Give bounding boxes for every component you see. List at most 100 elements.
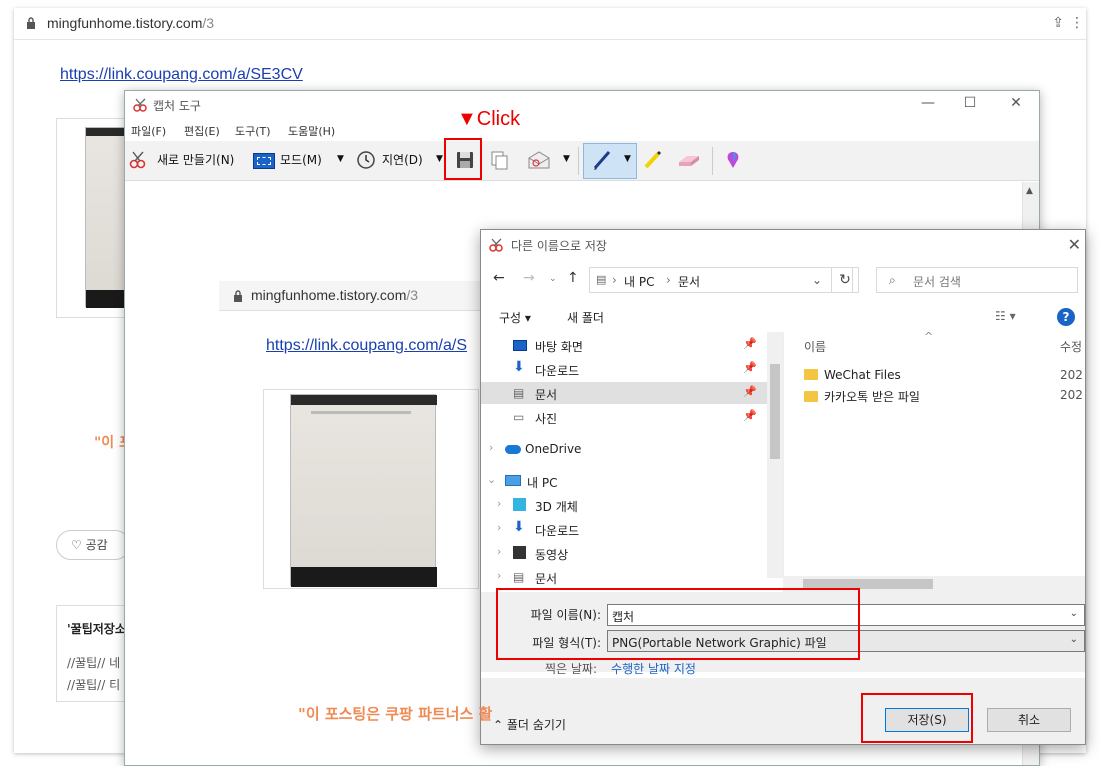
related-title: '꿀팁저장소 <box>67 622 126 636</box>
search-box[interactable]: ⌕ 문서 검색 <box>876 267 1078 293</box>
chevron-right-icon[interactable]: › <box>489 441 493 454</box>
captured-product-image <box>263 389 479 589</box>
search-icon: ⌕ <box>889 273 896 287</box>
chevron-right-icon[interactable]: › <box>497 545 501 558</box>
scroll-up-icon[interactable]: ▲ <box>1026 186 1033 196</box>
chevron-right-icon[interactable]: › <box>497 521 501 534</box>
menu-tools[interactable]: 도구(T) <box>235 123 271 139</box>
date-taken-row: 찍은 날짜: 수행한 날짜 지정 <box>545 660 696 677</box>
highlight-save-button <box>861 693 973 743</box>
file-item[interactable]: 카카오톡 받은 파일 202 <box>804 388 1083 405</box>
tree-item-onedrive[interactable]: › OneDrive <box>481 438 769 460</box>
tree-item-documents-pc[interactable]: › ▤ 문서 <box>481 566 769 588</box>
menu-edit[interactable]: 편집(E) <box>184 123 220 139</box>
disclosure-text: "이 포스팅은 쿠팡 파트너스 활 <box>298 705 493 723</box>
paint3d-icon[interactable] <box>723 150 743 170</box>
date-taken-label: 찍은 날짜: <box>545 662 598 676</box>
column-modified[interactable]: 수정 <box>1060 338 1082 355</box>
delay-button[interactable]: 지연(D) <box>382 151 423 168</box>
up-icon[interactable]: ↑ <box>567 270 579 286</box>
film-icon <box>513 546 526 559</box>
view-options-icon[interactable]: ☷ ▾ <box>995 309 1016 323</box>
chevron-right-icon[interactable]: › <box>497 569 501 582</box>
address-bar[interactable]: mingfunhome.tistory.com/3 ⇪ ⋮ <box>14 8 1086 40</box>
clock-icon <box>357 151 375 169</box>
send-snip-icon[interactable] <box>527 150 551 170</box>
copy-icon[interactable] <box>489 150 509 170</box>
toolbar: 새로 만들기(N) 모드(M) ▼ 지연(D) ▼ ▼ ▼ <box>125 141 1039 181</box>
coupang-link[interactable]: https://link.coupang.com/a/SE3CV <box>60 66 303 84</box>
chevron-right-icon[interactable]: › <box>497 497 501 510</box>
hide-folders-toggle[interactable]: ⌃ 폴더 숨기기 <box>493 716 566 733</box>
lock-icon <box>234 290 242 302</box>
chevron-down-icon[interactable]: ⌄ <box>487 473 496 486</box>
chevron-down-icon[interactable]: ⌄ <box>1070 634 1078 645</box>
minimize-button[interactable]: — <box>913 95 943 111</box>
tree-item-videos[interactable]: › 동영상 <box>481 542 769 564</box>
delay-dropdown-icon[interactable]: ▼ <box>436 154 443 164</box>
product-image[interactable] <box>56 118 126 318</box>
pen-icon[interactable] <box>591 148 615 172</box>
tree-item-downloads[interactable]: ⬇ 다운로드 📌 <box>481 358 769 380</box>
pin-icon[interactable]: 📌 <box>743 409 757 422</box>
address-box[interactable]: ▤ › 내 PC › 문서 ⌄ <box>589 267 853 293</box>
organize-button[interactable]: 구성 ▾ <box>499 309 531 326</box>
tree-item-desktop[interactable]: 바탕 화면 📌 <box>481 334 769 356</box>
dishwasher-image <box>85 127 125 308</box>
maximize-button[interactable]: ☐ <box>955 95 985 111</box>
related-item[interactable]: //꿀팁// 네 <box>67 654 120 671</box>
share-icon[interactable]: ⇪ <box>1052 15 1064 31</box>
mode-dropdown-icon[interactable]: ▼ <box>337 154 344 164</box>
help-icon[interactable]: ? <box>1057 308 1075 326</box>
pin-icon[interactable]: 📌 <box>743 337 757 350</box>
click-annotation: ▼Click <box>457 108 521 130</box>
back-icon[interactable]: ← <box>493 270 505 286</box>
tree-item-pictures[interactable]: ▭ 사진 📌 <box>481 406 769 428</box>
highlight-save-icon <box>444 138 482 180</box>
send-dropdown-icon[interactable]: ▼ <box>563 154 570 164</box>
search-input[interactable]: 문서 검색 <box>913 273 961 290</box>
new-snip-button[interactable]: 새로 만들기(N) <box>157 151 234 168</box>
highlight-file-fields <box>496 588 860 660</box>
chevron-down-icon[interactable]: ⌄ <box>1070 608 1078 619</box>
tree-scroll-thumb[interactable] <box>770 364 780 459</box>
save-as-dialog: 다른 이름으로 저장 ✕ ← → ⌄ ↑ ▤ › 내 PC › 문서 ⌄ ↻ ⌕… <box>480 229 1086 745</box>
tree-item-downloads-pc[interactable]: › ⬇ 다운로드 <box>481 518 769 540</box>
breadcrumb-documents[interactable]: 문서 <box>678 273 700 290</box>
pen-dropdown-icon[interactable]: ▼ <box>624 154 631 164</box>
like-button[interactable]: ♡ 공감 <box>56 530 130 560</box>
chevron-up-icon: ⌃ <box>493 718 504 732</box>
cube-icon <box>513 498 526 511</box>
captured-url: mingfunhome.tistory.com/3 <box>251 287 419 303</box>
forward-icon[interactable]: → <box>523 270 535 286</box>
highlighter-icon[interactable] <box>643 150 663 170</box>
more-icon[interactable]: ⋮ <box>1070 15 1084 31</box>
url-text[interactable]: mingfunhome.tistory.com/3 <box>47 15 214 31</box>
column-name[interactable]: 이름 <box>804 338 826 355</box>
mode-button[interactable]: 모드(M) <box>280 151 322 168</box>
menu-file[interactable]: 파일(F) <box>131 123 166 139</box>
tree-item-mypc[interactable]: ⌄ 내 PC <box>481 470 769 492</box>
related-item[interactable]: //꿀팁// 티 <box>67 676 120 693</box>
eraser-icon[interactable] <box>677 150 701 170</box>
file-item[interactable]: WeChat Files 202 <box>804 368 1083 382</box>
pin-icon[interactable]: 📌 <box>743 385 757 398</box>
cancel-button[interactable]: 취소 <box>987 708 1071 732</box>
breadcrumb-mypc[interactable]: 내 PC <box>624 273 654 290</box>
menu-help[interactable]: 도움말(H) <box>288 123 335 139</box>
navigation-pane: 바탕 화면 📌 ⬇ 다운로드 📌 ▤ 문서 📌 ▭ 사진 📌 › OneDriv… <box>481 332 781 586</box>
date-taken-value[interactable]: 수행한 날짜 지정 <box>611 662 696 676</box>
download-arrow-icon: ⬇ <box>513 519 525 535</box>
address-dropdown-icon[interactable]: ⌄ <box>812 273 822 287</box>
recent-dropdown-icon[interactable]: ⌄ <box>549 274 557 284</box>
tree-item-documents[interactable]: ▤ 문서 📌 <box>481 382 769 404</box>
pin-icon[interactable]: 📌 <box>743 361 757 374</box>
tree-item-3d[interactable]: › 3D 개체 <box>481 494 769 516</box>
document-icon: ▤ <box>513 386 525 400</box>
close-button[interactable]: ✕ <box>1001 95 1031 111</box>
document-icon: ▤ <box>596 273 607 286</box>
close-icon[interactable]: ✕ <box>1068 235 1081 254</box>
refresh-icon[interactable]: ↻ <box>831 267 859 293</box>
new-folder-button[interactable]: 새 폴더 <box>567 309 604 326</box>
toolbar-divider <box>712 147 713 175</box>
